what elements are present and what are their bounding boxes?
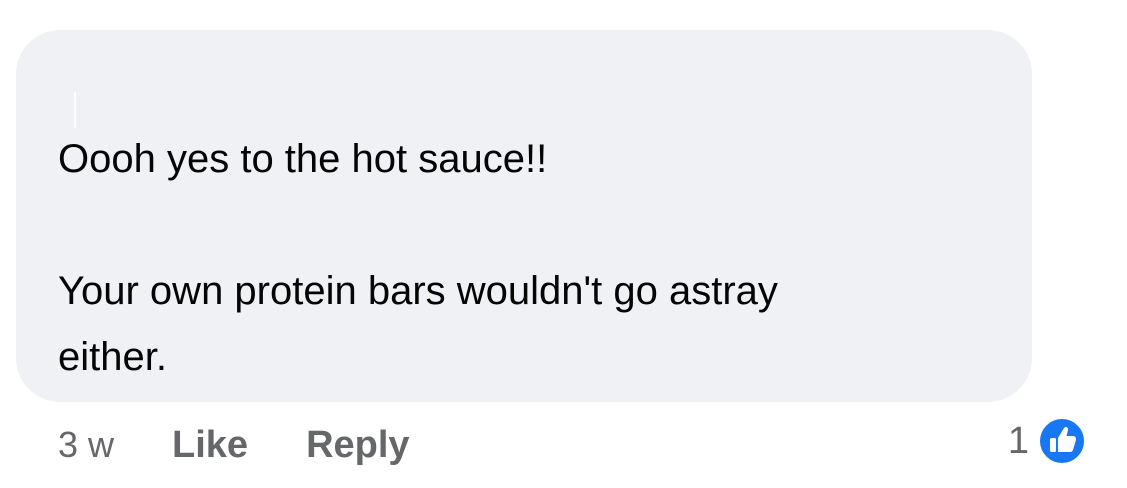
comment-timestamp[interactable]: 3 w (58, 424, 114, 466)
comment-text-line-2: Your own protein bars wouldn't go astray (58, 269, 778, 313)
reply-button[interactable]: Reply (306, 424, 409, 467)
author-name-placeholder (74, 92, 76, 128)
reaction-count: 1 (1007, 419, 1029, 462)
comment-screen: Oooh yes to the hot sauce!! Your own pro… (0, 0, 1127, 488)
like-reaction-icon (1038, 417, 1086, 465)
comment-actions: 3 w Like Reply (58, 420, 468, 470)
reaction-summary[interactable]: 1 (1008, 416, 1087, 466)
comment-text-line-1: Oooh yes to the hot sauce!! (58, 137, 548, 181)
like-button[interactable]: Like (172, 424, 248, 467)
comment-text-line-3: either. (58, 335, 167, 379)
comment-bubble: Oooh yes to the hot sauce!! Your own pro… (16, 30, 1032, 402)
